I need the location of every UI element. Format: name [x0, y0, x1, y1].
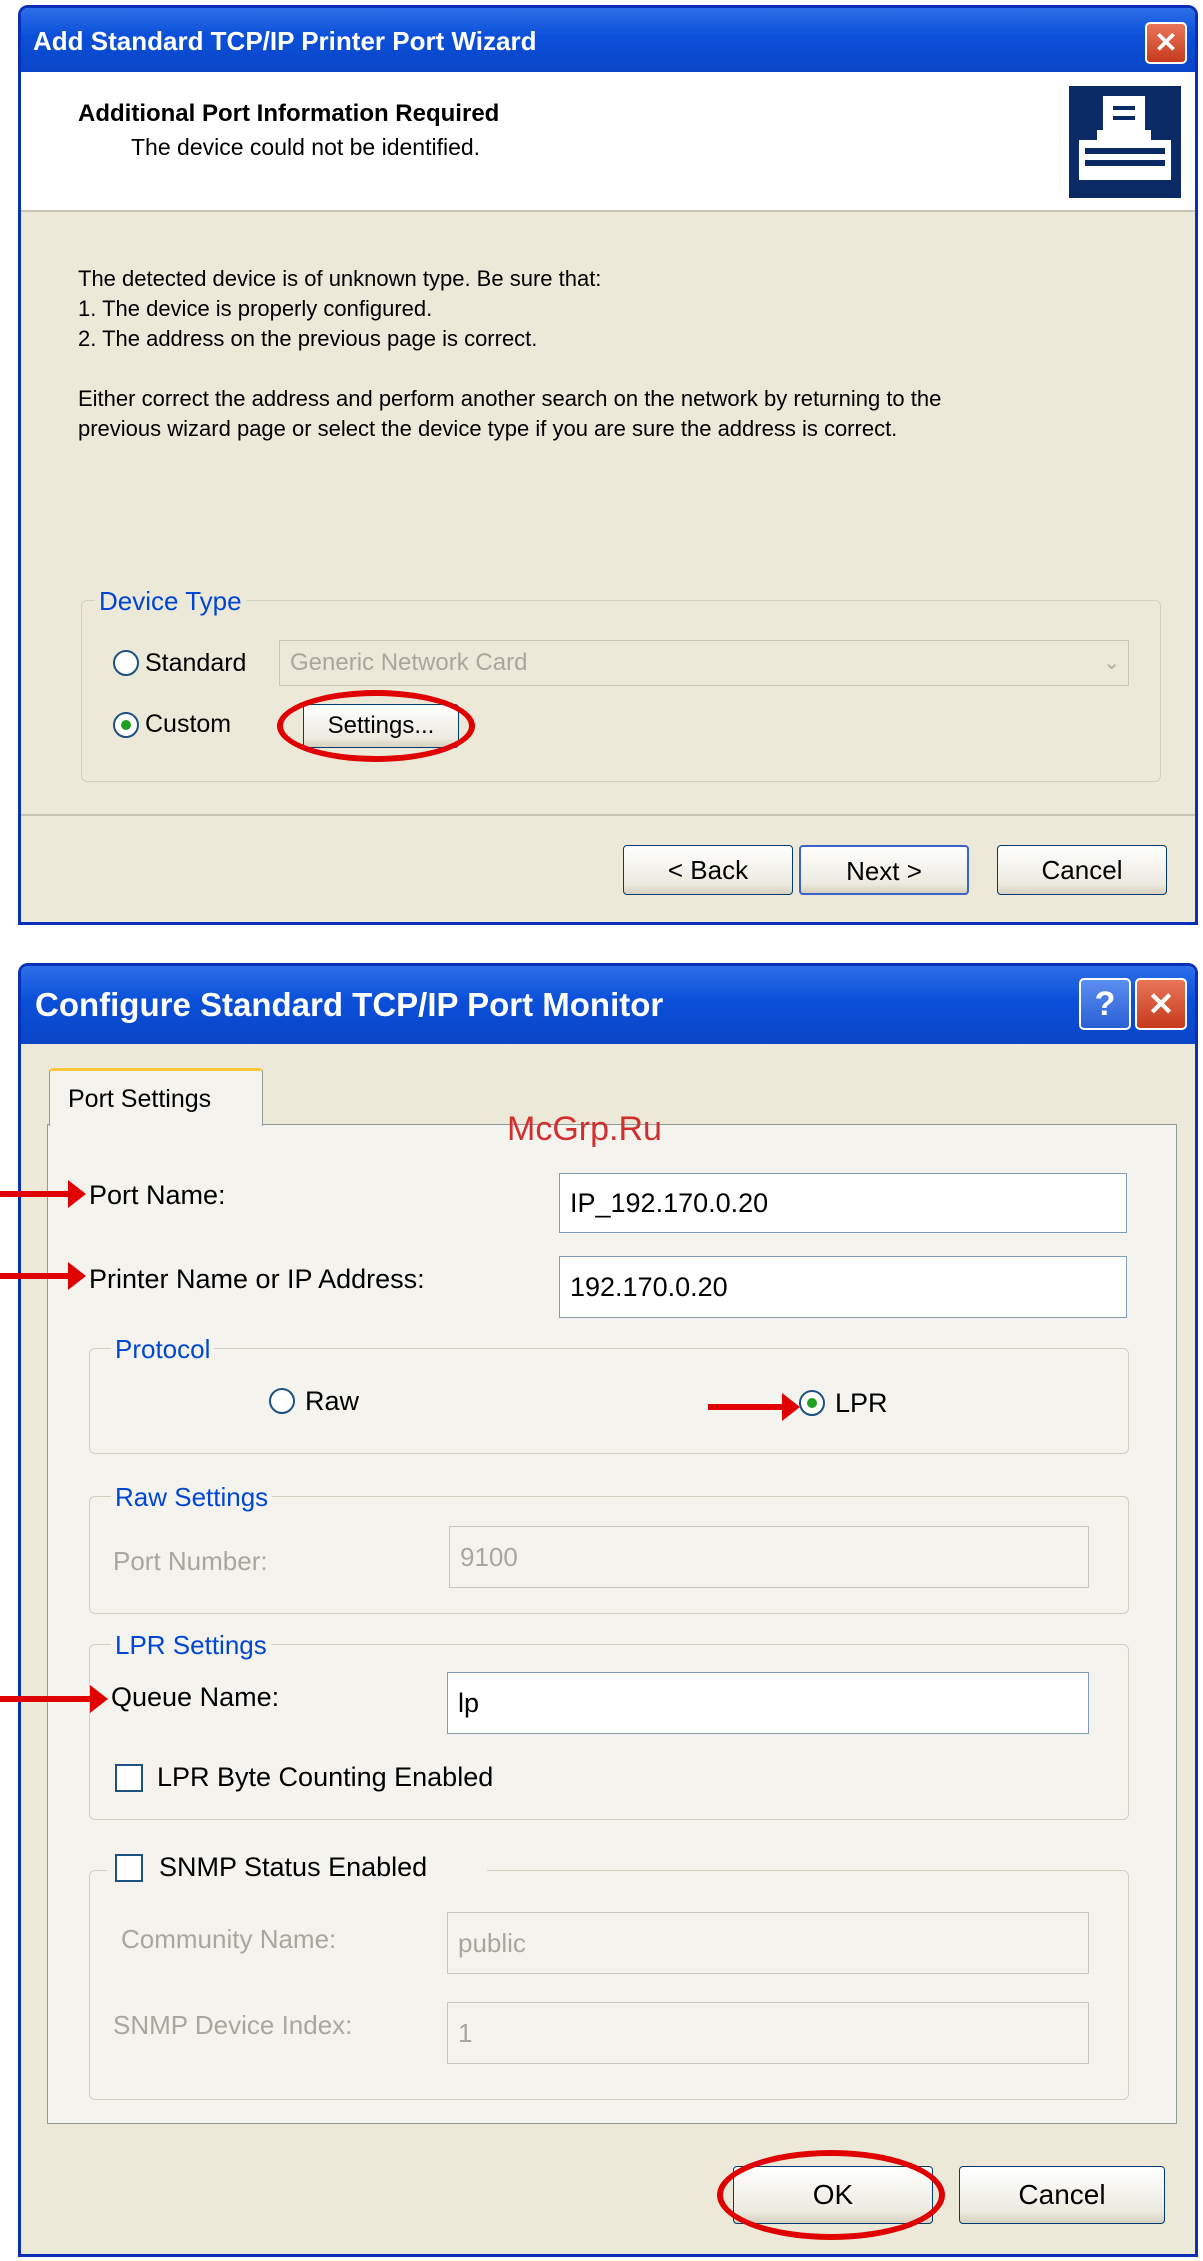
tab-port-settings[interactable]: Port Settings: [49, 1068, 263, 1126]
port-monitor-title: Configure Standard TCP/IP Port Monitor: [35, 986, 664, 1023]
body-line-2: 1. The device is properly configured.: [78, 296, 433, 321]
community-name-input[interactable]: public: [447, 1912, 1089, 1974]
port-monitor-titlebar[interactable]: Configure Standard TCP/IP Port Monitor ?…: [21, 966, 1195, 1044]
snmp-label[interactable]: SNMP Status Enabled: [159, 1852, 427, 1883]
raw-radio[interactable]: [269, 1388, 295, 1414]
arrow-lpr: [708, 1393, 800, 1421]
back-button[interactable]: < Back: [623, 845, 793, 895]
snmp-group: [89, 1870, 1129, 2100]
printer-name-value: 192.170.0.20: [570, 1272, 728, 1302]
close-icon[interactable]: ✕: [1145, 22, 1187, 64]
close-icon[interactable]: ✕: [1135, 978, 1187, 1030]
wizard-title: Add Standard TCP/IP Printer Port Wizard: [33, 26, 537, 56]
port-monitor-window: Configure Standard TCP/IP Port Monitor ?…: [18, 963, 1198, 2257]
body-line-1: The detected device is of unknown type. …: [78, 266, 602, 291]
standard-device-select[interactable]: Generic Network Card ⌄: [279, 640, 1129, 686]
port-number-value: 9100: [460, 1542, 518, 1572]
device-type-legend: Device Type: [95, 586, 246, 617]
queue-name-input[interactable]: lp: [447, 1672, 1089, 1734]
protocol-group: [89, 1348, 1129, 1454]
community-name-value: public: [458, 1928, 526, 1958]
port-monitor-cancel-button[interactable]: Cancel: [959, 2166, 1165, 2224]
device-type-group: [81, 600, 1161, 782]
printer-name-input[interactable]: 192.170.0.20: [559, 1256, 1127, 1318]
port-name-label: Port Name:: [89, 1180, 226, 1210]
lpr-label[interactable]: LPR: [835, 1388, 888, 1419]
lpr-settings-legend: LPR Settings: [111, 1630, 271, 1661]
snmp-index-value: 1: [458, 2018, 473, 2048]
custom-radio[interactable]: [113, 712, 139, 738]
wizard-cancel-button[interactable]: Cancel: [997, 845, 1167, 895]
header-title: Additional Port Information Required: [78, 100, 500, 127]
wizard-header: Additional Port Information Required The…: [21, 72, 1195, 212]
standard-device-value: Generic Network Card: [290, 649, 528, 676]
raw-label[interactable]: Raw: [305, 1386, 359, 1417]
body-para-2b: previous wizard page or select the devic…: [78, 416, 898, 441]
tab-port-settings-label: Port Settings: [68, 1085, 212, 1113]
arrow-port-name: [0, 1180, 86, 1208]
snmp-index-label: SNMP Device Index:: [113, 2010, 353, 2040]
wizard-footer-divider: [21, 814, 1195, 816]
queue-name-value: lp: [458, 1688, 480, 1718]
settings-highlight-ring: [277, 690, 475, 762]
custom-label[interactable]: Custom: [145, 710, 231, 739]
arrow-printer-name: [0, 1262, 86, 1290]
wizard-window: Add Standard TCP/IP Printer Port Wizard …: [18, 5, 1198, 925]
byte-counting-label[interactable]: LPR Byte Counting Enabled: [157, 1762, 493, 1793]
body-para-2a: Either correct the address and perform a…: [78, 386, 942, 411]
raw-settings-legend: Raw Settings: [111, 1482, 273, 1513]
community-name-label: Community Name:: [121, 1924, 337, 1954]
snmp-checkbox[interactable]: [115, 1854, 143, 1882]
ok-highlight-ring: [717, 2150, 945, 2240]
protocol-legend: Protocol: [111, 1334, 215, 1365]
lpr-radio[interactable]: [799, 1390, 825, 1416]
port-name-value: IP_192.170.0.20: [570, 1188, 769, 1218]
port-number-input[interactable]: 9100: [449, 1526, 1089, 1588]
standard-label[interactable]: Standard: [145, 649, 246, 678]
printer-icon: [1069, 86, 1181, 198]
next-button[interactable]: Next >: [799, 845, 969, 895]
port-number-label: Port Number:: [113, 1546, 268, 1576]
queue-name-label: Queue Name:: [111, 1682, 280, 1712]
header-subtitle: The device could not be identified.: [131, 134, 481, 160]
port-name-input[interactable]: IP_192.170.0.20: [559, 1173, 1127, 1233]
help-icon[interactable]: ?: [1079, 978, 1131, 1030]
printer-name-label: Printer Name or IP Address:: [89, 1264, 425, 1294]
chevron-down-icon[interactable]: ⌄: [1103, 641, 1120, 685]
byte-counting-checkbox[interactable]: [115, 1764, 143, 1792]
watermark-text: McGrp.Ru: [507, 1110, 662, 1148]
wizard-titlebar[interactable]: Add Standard TCP/IP Printer Port Wizard …: [21, 8, 1195, 72]
body-line-3: 2. The address on the previous page is c…: [78, 326, 538, 351]
standard-radio[interactable]: [113, 650, 139, 676]
arrow-queue-name: [0, 1685, 108, 1713]
snmp-index-input[interactable]: 1: [447, 2002, 1089, 2064]
